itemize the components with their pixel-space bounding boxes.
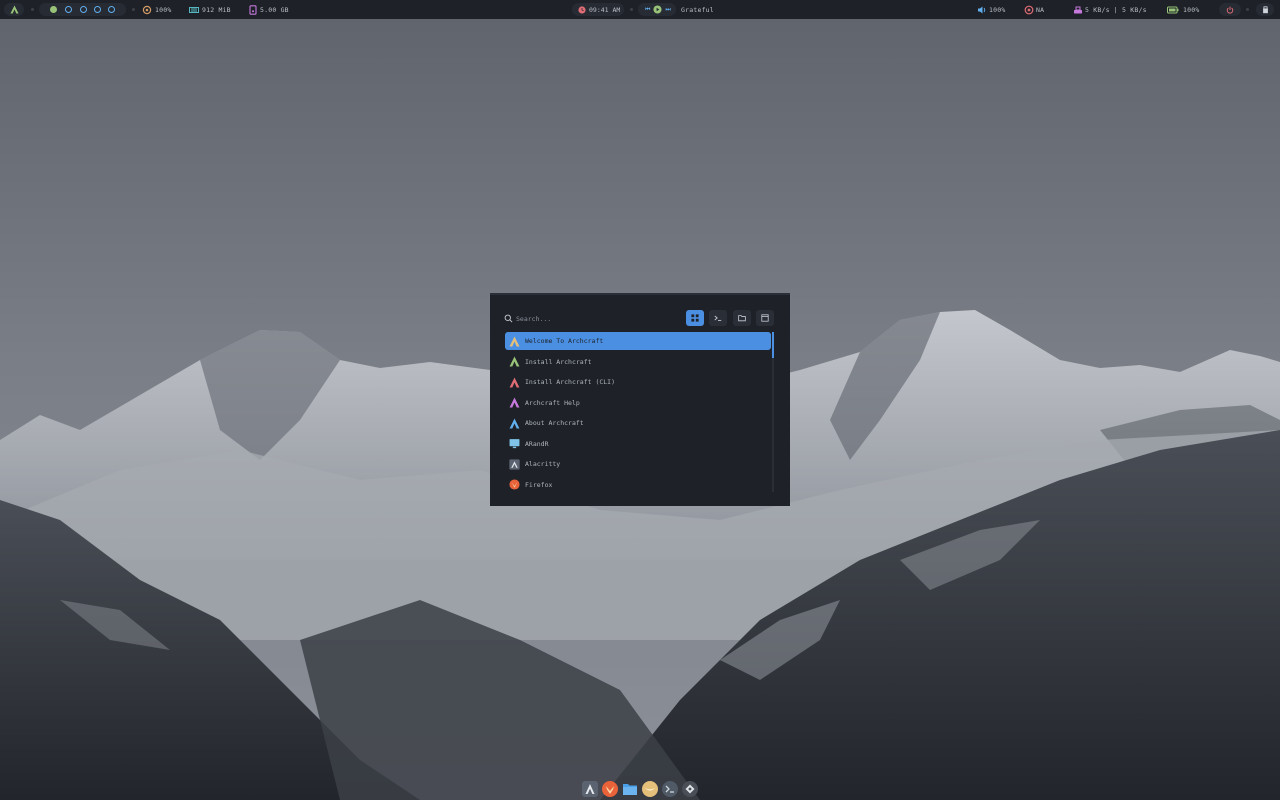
settings-icon <box>685 784 695 794</box>
system-tray-button[interactable] <box>1256 3 1274 16</box>
firefox-icon <box>606 786 614 794</box>
power-menu-button[interactable] <box>1219 3 1241 16</box>
archcraft-logo-icon <box>509 418 520 428</box>
tray-icon <box>1262 5 1268 13</box>
disk-icon <box>249 5 257 15</box>
dock-item-settings[interactable] <box>682 781 698 797</box>
workspace-3[interactable] <box>80 6 87 13</box>
list-item-install-archcraft[interactable]: Install Archcraft <box>505 353 771 371</box>
dock <box>579 780 701 799</box>
workspace-2[interactable] <box>65 6 72 13</box>
search-icon <box>504 314 513 323</box>
music-icon <box>645 788 655 791</box>
scrollbar-thumb[interactable] <box>772 332 774 358</box>
list-item-arandr[interactable]: ARandR <box>505 435 771 453</box>
app-launcher: Welcome To Archcraft Install Archcraft I… <box>490 293 790 506</box>
menu-launcher-button[interactable] <box>4 3 24 16</box>
app-label: Firefox <box>525 480 553 489</box>
monitor-icon <box>509 439 520 449</box>
disk-usage: 5.00 GB <box>260 6 289 14</box>
clock-time: 09:41 AM <box>589 5 621 14</box>
workspace-1[interactable] <box>50 6 57 13</box>
archcraft-logo-icon <box>509 377 520 387</box>
terminal-icon <box>665 785 674 793</box>
app-label: Install Archcraft (CLI) <box>525 378 616 386</box>
list-item-welcome-to-archcraft[interactable]: Welcome To Archcraft <box>505 332 771 350</box>
volume-icon[interactable] <box>977 5 987 15</box>
files-mode-button[interactable] <box>733 310 751 326</box>
app-label: Alacritty <box>525 460 561 468</box>
dock-item-files[interactable] <box>622 781 638 797</box>
network-speed: 5 KB/s | 5 KB/s <box>1085 6 1147 14</box>
network-speed-icon <box>1074 6 1082 14</box>
list-scrollbar[interactable] <box>772 332 774 492</box>
app-label: ARandR <box>525 439 549 448</box>
battery-icon <box>1167 6 1179 14</box>
app-label: Welcome To Archcraft <box>525 337 604 345</box>
media-controls: ⏮ ⏭ <box>638 3 676 16</box>
next-track-icon[interactable]: ⏭ <box>665 6 670 14</box>
windows-mode-button[interactable] <box>756 310 774 326</box>
separator <box>1246 8 1249 11</box>
list-item-install-archcraft-cli[interactable]: Install Archcraft (CLI) <box>505 373 771 391</box>
list-item-about-archcraft[interactable]: About Archcraft <box>505 414 771 432</box>
list-item-firefox[interactable]: Firefox <box>505 476 771 494</box>
list-item-archcraft-help[interactable]: Archcraft Help <box>505 394 771 412</box>
dock-item-firefox[interactable] <box>602 781 618 797</box>
app-label: About Archcraft <box>525 419 584 427</box>
folder-icon <box>738 315 746 322</box>
network-status: NA <box>1036 6 1045 14</box>
dock-item-archcraft[interactable] <box>582 781 598 797</box>
workspace-5[interactable] <box>108 6 115 13</box>
files-icon <box>623 784 637 795</box>
apps-mode-button[interactable] <box>686 310 704 326</box>
play-icon[interactable] <box>653 5 662 14</box>
archcraft-logo-icon <box>509 397 520 408</box>
app-label: Install Archcraft <box>525 357 592 366</box>
archcraft-logo-icon <box>509 356 520 367</box>
archcraft-logo-icon <box>509 336 520 346</box>
clock-icon <box>578 5 586 14</box>
terminal-prompt-icon <box>714 315 722 321</box>
grid-icon <box>691 314 699 322</box>
app-list: Welcome To Archcraft Install Archcraft I… <box>505 332 771 492</box>
separator <box>31 8 34 11</box>
app-label: Archcraft Help <box>525 398 580 407</box>
dock-item-music[interactable] <box>642 781 658 797</box>
top-panel: 100% 912 MiB 5.00 GB 09:41 AM ⏮ ⏭ Gratef… <box>0 0 1280 19</box>
now-playing-title: Grateful <box>681 6 714 14</box>
archcraft-icon <box>585 784 595 794</box>
cpu-icon <box>142 5 152 15</box>
clock-module[interactable]: 09:41 AM <box>572 3 624 16</box>
network-status-icon <box>1024 5 1034 15</box>
memory-icon <box>189 7 199 13</box>
workspace-4[interactable] <box>94 6 101 13</box>
separator <box>132 8 135 11</box>
firefox-icon <box>509 479 520 490</box>
previous-track-icon[interactable]: ⏮ <box>645 6 650 14</box>
alacritty-icon <box>509 458 520 470</box>
workspace-switcher <box>39 3 126 16</box>
separator <box>630 8 633 11</box>
battery-level: 100% <box>1183 6 1200 14</box>
volume-level: 100% <box>989 6 1006 14</box>
list-item-alacritty[interactable]: Alacritty <box>505 455 771 473</box>
memory-usage: 912 MiB <box>202 6 231 14</box>
dock-item-terminal[interactable] <box>662 781 678 797</box>
power-icon <box>1226 6 1234 14</box>
archcraft-logo-icon <box>9 5 19 14</box>
search-input[interactable] <box>516 312 676 325</box>
run-mode-button[interactable] <box>709 310 727 326</box>
window-icon <box>761 314 769 322</box>
cpu-usage: 100% <box>155 6 172 14</box>
